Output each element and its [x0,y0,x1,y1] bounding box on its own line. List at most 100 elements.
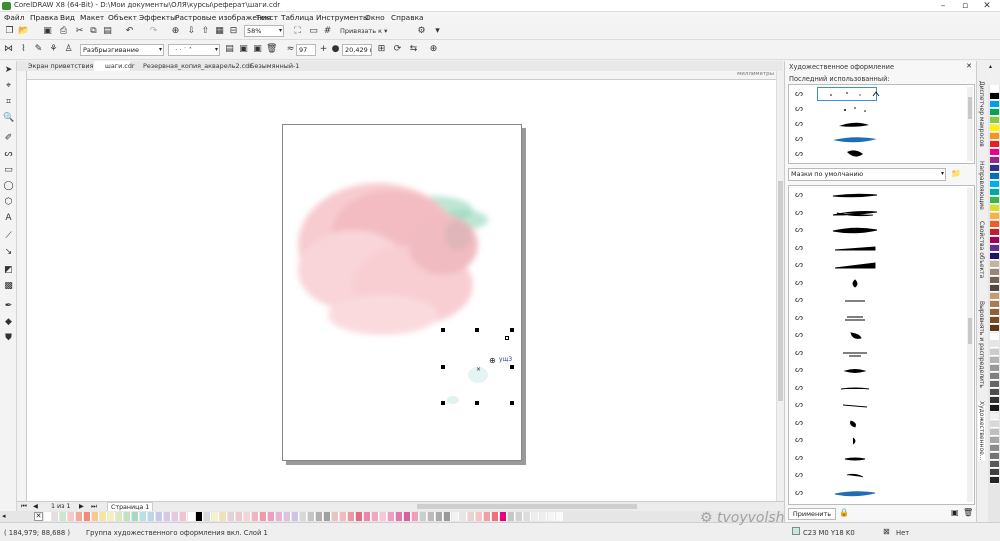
new-document-icon[interactable]: ❐ [4,26,15,37]
menu-text[interactable]: Текст [256,13,278,22]
color-swatch[interactable] [508,512,515,521]
transparency-tool-icon[interactable]: ▩ [3,281,14,292]
color-swatch[interactable] [990,373,999,380]
color-swatch[interactable] [356,512,363,521]
calligraphic-icon[interactable]: ⚘ [48,44,59,55]
color-swatch[interactable] [44,512,51,521]
color-swatch[interactable] [236,512,243,521]
color-swatch[interactable] [990,237,999,244]
drawing-canvas[interactable]: × ⊕ ущЗ [27,80,776,501]
publish-pdf-icon[interactable]: ▦ [214,26,225,37]
list-item[interactable]: ᔕ [789,293,967,308]
add-preset-icon[interactable]: ⊕ [428,44,439,55]
color-swatch[interactable] [260,512,267,521]
color-swatch[interactable] [990,437,999,444]
drop-shadow-tool-icon[interactable]: ◩ [3,265,14,276]
lock-icon[interactable]: 🔒 [839,508,849,517]
color-swatch[interactable] [204,512,211,521]
list-item[interactable]: ᔕ [789,206,967,221]
color-swatch[interactable] [228,512,235,521]
ellipse-tool-icon[interactable]: ◯ [3,181,14,192]
color-swatch[interactable] [990,277,999,284]
connector-tool-icon[interactable]: ↘ [3,247,14,258]
color-swatch[interactable] [990,261,999,268]
color-swatch[interactable] [84,512,91,521]
tab-align-distribute[interactable]: Выровнять и распределить [978,301,985,388]
selection-handle[interactable] [475,401,479,405]
stroke-category-select[interactable]: Мазки по умолчанию ▾ [788,168,946,181]
snap-to-button[interactable]: Привязать к ▾ [340,26,395,37]
sprayer-icon[interactable]: ♙ [63,44,74,55]
menu-layout[interactable]: Макет [80,13,104,22]
fill-color-swatch[interactable] [792,527,800,535]
spray-size-field[interactable]: 20,429 мм [342,44,372,56]
menu-effects[interactable]: Эффекты [139,13,176,22]
color-swatch[interactable] [990,197,999,204]
palette-up-icon[interactable]: ▴ [989,63,992,70]
list-item[interactable]: ᔕ [789,486,967,501]
color-swatch[interactable] [108,512,115,521]
list-item[interactable]: ᔕ [789,276,967,291]
rectangle-tool-icon[interactable]: ▭ [3,165,14,176]
import-icon[interactable]: ⇩ [186,26,197,37]
color-swatch[interactable] [990,421,999,428]
prev-page-icon[interactable]: ◀ [33,503,38,510]
color-swatch[interactable] [990,165,999,172]
selection-handle[interactable] [441,328,445,332]
color-swatch[interactable] [990,341,999,348]
color-swatch[interactable] [990,125,999,132]
document-page[interactable]: × ⊕ ущЗ [282,124,522,461]
freehand-tool-icon[interactable]: ✐ [3,133,14,144]
search-content-icon[interactable]: ⊕ [170,26,181,37]
selection-handle[interactable] [441,365,445,369]
color-swatch[interactable] [532,512,539,521]
color-swatch[interactable] [990,85,999,92]
stroke-library-list[interactable]: ᔕᔕᔕᔕᔕᔕᔕᔕᔕᔕᔕᔕᔕᔕᔕᔕᔕᔕ [788,185,975,505]
color-swatch[interactable] [316,512,323,521]
color-swatch[interactable] [292,512,299,521]
color-swatch[interactable] [990,141,999,148]
color-swatch[interactable] [990,453,999,460]
color-swatch[interactable] [540,512,547,521]
color-swatch[interactable] [990,149,999,156]
color-swatch[interactable] [990,221,999,228]
recent-strokes-list[interactable]: ᔕ ᔕ ᔕ ᔕ ᔕ [788,84,975,164]
menu-table[interactable]: Таблица [281,13,314,22]
color-swatch[interactable] [180,512,187,521]
list-item[interactable]: ᔕ [789,132,974,147]
list-item[interactable]: ᔕ [789,102,974,117]
color-swatch[interactable] [990,349,999,356]
list-item[interactable]: ᔕ [789,188,967,203]
text-tool-icon[interactable]: A [3,213,14,224]
color-swatch[interactable] [332,512,339,521]
color-swatch[interactable] [148,512,155,521]
list-item[interactable]: ᔕ [789,311,967,326]
color-swatch[interactable] [990,461,999,468]
list-item[interactable]: ᔕ [789,147,974,162]
save-spray-icon[interactable]: ▣ [238,44,249,55]
smart-fill-tool-icon[interactable]: ⛊ [3,333,14,344]
color-swatch[interactable] [990,397,999,404]
color-swatch[interactable] [132,512,139,521]
color-swatch[interactable] [990,109,999,116]
parallel-dimension-tool-icon[interactable]: ⟋ [3,231,14,242]
tab-guidelines[interactable]: Направляющие [978,161,985,210]
tab-welcome-screen[interactable]: Экран приветствия [17,61,93,71]
color-swatch[interactable] [990,157,999,164]
list-item[interactable]: ᔕ [789,416,967,431]
color-swatch[interactable] [990,189,999,196]
color-swatch[interactable] [52,512,59,521]
color-swatch[interactable] [990,205,999,212]
color-swatch[interactable] [492,512,499,521]
color-swatch[interactable] [60,512,67,521]
color-swatch[interactable] [300,512,307,521]
full-screen-icon[interactable]: ⛶ [292,26,303,37]
list-item[interactable]: ᔕ [789,433,967,448]
menu-tools[interactable]: Инструменты [316,13,369,22]
zoom-tool-icon[interactable]: 🔍 [3,113,14,124]
watercolor-artwork[interactable] [283,125,523,462]
color-swatch[interactable] [990,173,999,180]
node-handle[interactable] [505,336,509,340]
delete-icon[interactable]: 🗑 [266,44,277,55]
color-swatch[interactable] [444,512,451,521]
